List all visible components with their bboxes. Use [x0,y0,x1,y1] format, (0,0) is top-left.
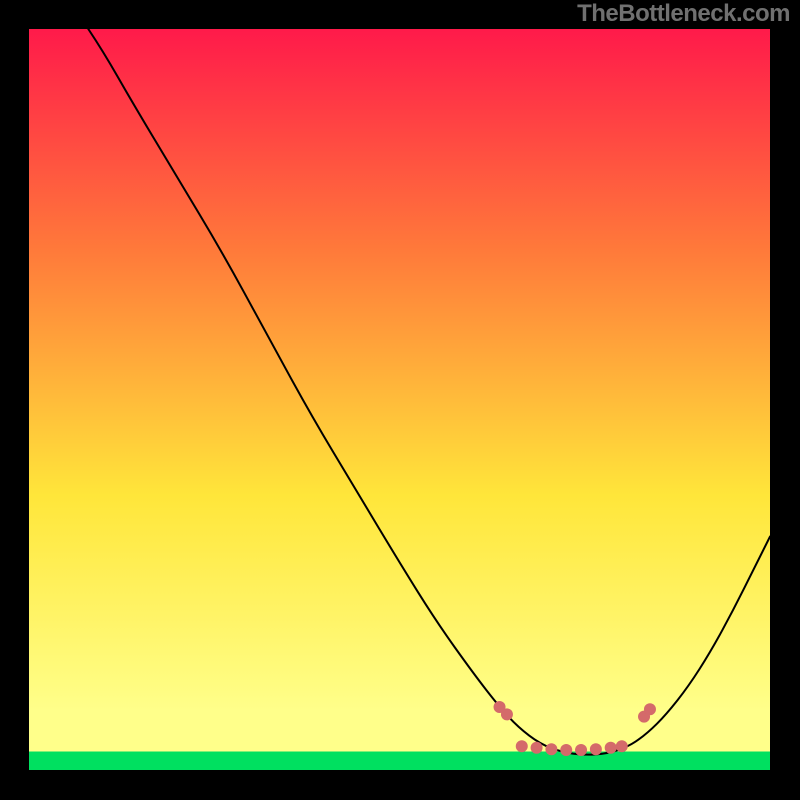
watermark-text: TheBottleneck.com [577,0,790,28]
chart-svg [29,29,770,770]
chart-container: TheBottleneck.com [0,0,800,800]
chart-plot-area [29,29,770,770]
